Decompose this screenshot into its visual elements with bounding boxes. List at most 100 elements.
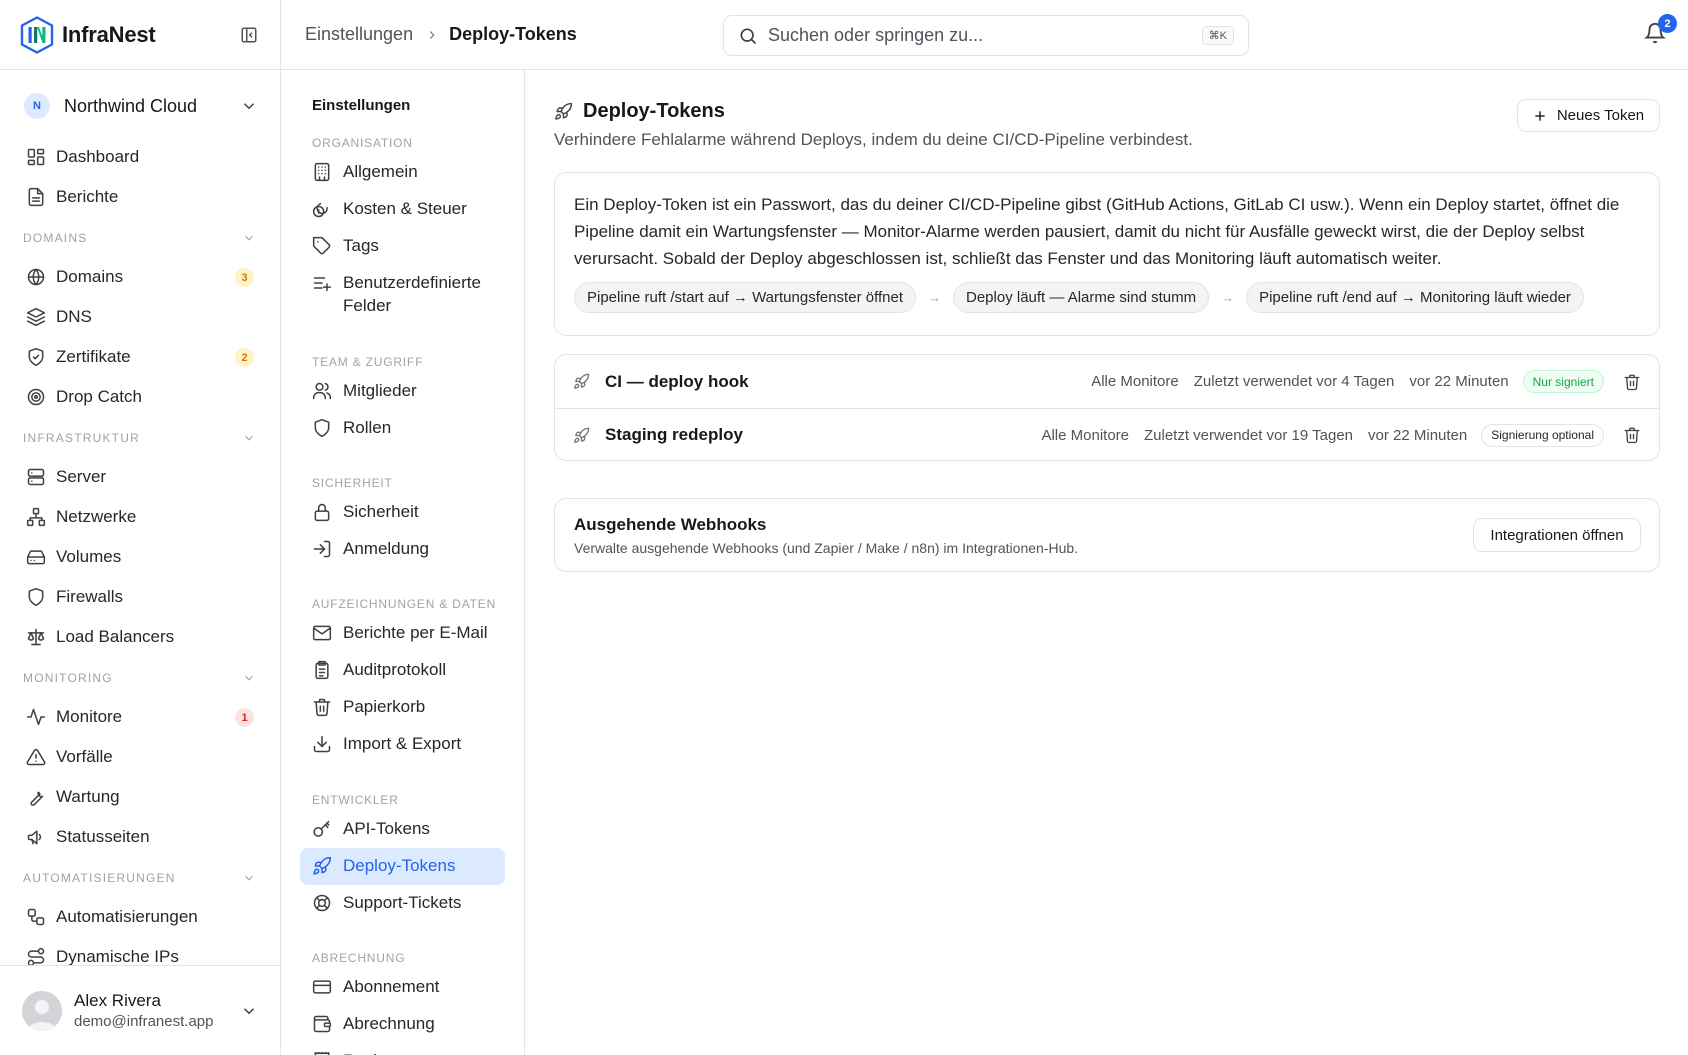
- settings-nav-item-rechnungen[interactable]: Rechnungen: [300, 1043, 505, 1055]
- delete-token-icon[interactable]: [1623, 373, 1641, 391]
- settings-nav-item-abonnement[interactable]: Abonnement: [300, 969, 505, 1006]
- breadcrumb-settings[interactable]: Einstellungen: [305, 24, 413, 45]
- sidebar-item-automatisierungen[interactable]: Automatisierungen: [0, 897, 280, 937]
- settings-nav-item-rollen[interactable]: Rollen: [300, 410, 505, 447]
- token-row[interactable]: Staging redeploy Alle Monitore Zuletzt ver…: [555, 408, 1659, 460]
- settings-nav-item-deploy-tokens[interactable]: Deploy-Tokens: [300, 847, 505, 885]
- settings-nav-item-berichte-per-e-mail[interactable]: Berichte per E-Mail: [300, 615, 505, 652]
- count-badge: 3: [235, 268, 254, 287]
- settings-nav-item-label: Papierkorb: [343, 696, 426, 716]
- settings-nav-item-label: Tags: [343, 236, 379, 255]
- sidebar-item-label: Dashboard: [56, 147, 140, 166]
- settings-nav-item-label: Sicherheit: [343, 501, 419, 521]
- arrow-right-icon: →: [1221, 290, 1235, 305]
- sidebar-section-title: DOMAINS: [23, 231, 88, 245]
- workspace-name: Northwind Cloud: [64, 95, 198, 116]
- sidebar-section-automatisierungen[interactable]: AUTOMATISIERUNGEN: [0, 859, 280, 897]
- sidebar-item-label: Volumes: [56, 547, 122, 566]
- workspace-switcher[interactable]: N Northwind Cloud: [24, 88, 258, 124]
- chevron-right-icon: [425, 28, 439, 42]
- sidebar-item-statusseiten[interactable]: Statusseiten: [0, 817, 280, 857]
- new-token-button[interactable]: Neues Token: [1517, 99, 1660, 132]
- sidebar-item-label: Netzwerke: [56, 507, 137, 526]
- settings-nav-item-mitglieder[interactable]: Mitglieder: [300, 373, 505, 410]
- sidebar-item-label: Load Balancers: [56, 627, 175, 646]
- settings-nav-item-api-tokens[interactable]: API-Tokens: [300, 811, 505, 848]
- sidebar-collapse-icon[interactable]: [240, 26, 258, 44]
- settings-nav-item-auditprotokoll[interactable]: Auditprotokoll: [300, 652, 505, 689]
- sidebar-item-netzwerke[interactable]: Netzwerke: [0, 497, 280, 537]
- building-icon: [312, 162, 332, 182]
- server-icon: [26, 467, 46, 487]
- lock-icon: [312, 502, 332, 522]
- sidebar-item-server[interactable]: Server: [0, 457, 280, 497]
- sidebar-section-monitoring[interactable]: MONITORING: [0, 659, 280, 697]
- sidebar-item-drop-catch[interactable]: Drop Catch: [0, 377, 280, 417]
- sidebar-item-label: Automatisierungen: [56, 907, 198, 926]
- sidebar-item-vorfaelle[interactable]: Vorfälle: [0, 737, 280, 777]
- token-created: vor 22 Minuten: [1409, 373, 1509, 390]
- sidebar-item-zertifikate[interactable]: Zertifikate 2: [0, 337, 280, 377]
- sidebar-section-infrastruktur[interactable]: INFRASTRUKTUR: [0, 419, 280, 457]
- token-row[interactable]: CI — deploy hook Alle Monitore Zuletzt ver…: [555, 355, 1659, 408]
- document-icon: [26, 187, 46, 207]
- delete-token-icon[interactable]: [1623, 426, 1641, 444]
- settings-nav-item-kosten-steuer[interactable]: Kosten & Steuer: [300, 191, 505, 228]
- count-badge: 2: [235, 348, 254, 367]
- settings-nav-item-label: Mitglieder: [343, 380, 417, 400]
- settings-nav-item-tags[interactable]: Tags: [300, 228, 505, 265]
- settings-nav-item-sicherheit[interactable]: Sicherheit: [300, 494, 505, 531]
- settings-nav-item-support-tickets[interactable]: Support-Tickets: [300, 885, 505, 922]
- sidebar-item-label: Drop Catch: [56, 387, 142, 406]
- settings-nav-item-papierkorb[interactable]: Papierkorb: [300, 689, 505, 726]
- chevron-down-icon: [240, 97, 258, 115]
- credit-card-icon: [312, 977, 332, 997]
- open-integrations-button[interactable]: Integrationen öffnen: [1473, 518, 1641, 552]
- sidebar-item-label: Monitore: [56, 707, 123, 726]
- chevron-down-icon: [240, 1002, 258, 1020]
- sidebar-item-dashboard[interactable]: Dashboard: [0, 137, 280, 177]
- main-nav: Dashboard Berichte DOMAINS Domains 3 DNS Zerti…: [0, 137, 280, 977]
- sidebar-item-wartung[interactable]: Wartung: [0, 777, 280, 817]
- trash-icon: [312, 697, 332, 717]
- notifications-button[interactable]: 2: [1644, 14, 1677, 44]
- sidebar-item-dns[interactable]: DNS: [0, 297, 280, 337]
- sidebar-item-label: Dynamische IPs: [56, 947, 179, 966]
- settings-nav-item-abrechnung[interactable]: Abrechnung: [300, 1006, 505, 1043]
- chevron-down-icon: [242, 231, 256, 245]
- sidebar-item-monitore[interactable]: Monitore 1: [0, 697, 280, 737]
- infranest-logo-icon[interactable]: [20, 15, 54, 54]
- target-icon: [26, 387, 46, 407]
- sidebar-section-domains[interactable]: DOMAINS: [0, 219, 280, 257]
- settings-nav-item-benutzerdefinierte-felder[interactable]: Benutzerdefinierte Felder: [300, 265, 505, 325]
- settings-nav-item-import-export[interactable]: Import & Export: [300, 726, 505, 763]
- info-card: Ein Deploy-Token ist ein Passwort, das d…: [554, 172, 1660, 336]
- shield-icon: [312, 418, 332, 438]
- sidebar-item-load-balancers[interactable]: Load Balancers: [0, 617, 280, 657]
- settings-nav-item-label: Abonnement: [343, 977, 440, 996]
- tag-icon: [312, 236, 332, 256]
- deploy-flow: Pipeline ruft /start auf → Wartungsfenst…: [574, 282, 1640, 313]
- hard-drive-icon: [26, 547, 46, 567]
- sidebar-item-label: Domains: [56, 267, 124, 286]
- token-name: Staging redeploy: [605, 425, 743, 444]
- download-icon: [312, 734, 332, 754]
- user-menu[interactable]: Alex Rivera demo@infranest.app: [0, 965, 280, 1055]
- settings-group-sicherheit: SICHERHEIT Sicherheit Anmeldung: [281, 468, 524, 568]
- sidebar-item-label: Firewalls: [56, 587, 124, 606]
- sidebar-item-berichte[interactable]: Berichte: [0, 177, 280, 217]
- search-input[interactable]: Suchen oder springen zu... ⌘K: [723, 15, 1249, 56]
- settings-nav-item-label: Support-Tickets: [343, 892, 462, 912]
- layers-icon: [26, 307, 46, 327]
- user-meta: Alex Rivera demo@infranest.app: [74, 991, 240, 1030]
- breadcrumb-current: Deploy-Tokens: [449, 24, 577, 44]
- main-content: Deploy-Tokens Verhindere Fehlalarme währ…: [525, 70, 1688, 1055]
- sidebar-item-firewalls[interactable]: Firewalls: [0, 577, 280, 617]
- sidebar-item-volumes[interactable]: Volumes: [0, 537, 280, 577]
- settings-nav-item-anmeldung[interactable]: Anmeldung: [300, 531, 505, 568]
- signing-badge: Signierung optional: [1481, 423, 1604, 447]
- sidebar-item-domains[interactable]: Domains 3: [0, 257, 280, 297]
- token-name: CI — deploy hook: [605, 371, 749, 391]
- count-badge: 1: [235, 708, 254, 727]
- settings-nav-item-allgemein[interactable]: Allgemein: [300, 154, 505, 191]
